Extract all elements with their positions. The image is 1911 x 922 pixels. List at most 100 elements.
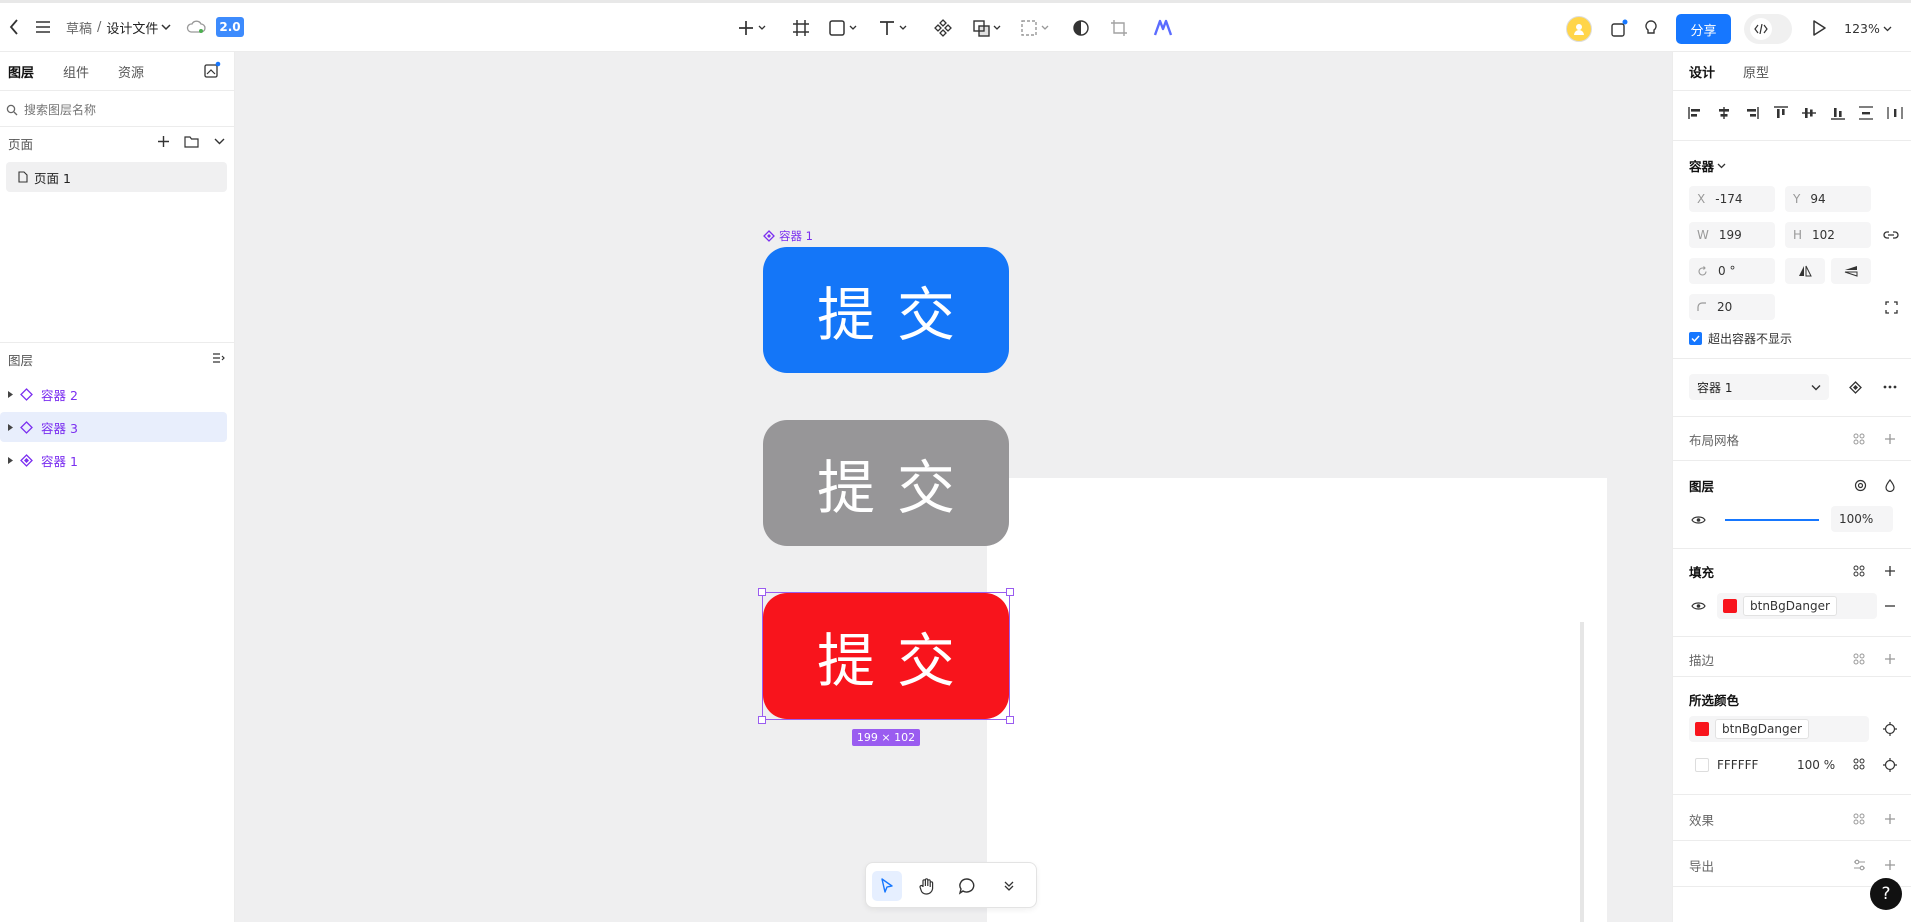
plugin-icon[interactable] xyxy=(1608,17,1630,39)
caret-right-icon[interactable] xyxy=(6,423,14,431)
chevron-down-icon[interactable] xyxy=(161,23,171,31)
resize-handle-bottom-right[interactable] xyxy=(1006,716,1014,724)
distribute-horizontal-icon[interactable] xyxy=(1887,106,1903,120)
align-center-v-icon[interactable] xyxy=(1801,106,1817,120)
visibility-eye-icon[interactable] xyxy=(1689,512,1707,528)
zoom-dropdown[interactable]: 123% xyxy=(1840,17,1896,39)
submit-button-primary[interactable]: 提交 xyxy=(763,247,1009,373)
tab-design[interactable]: 设计 xyxy=(1689,62,1715,81)
go-to-main-component-icon[interactable] xyxy=(1845,378,1865,396)
color-token[interactable]: btnBgDanger xyxy=(1715,719,1809,739)
visibility-eye-icon[interactable] xyxy=(1689,598,1707,614)
tab-layers[interactable]: 图层 xyxy=(8,62,34,81)
component-select[interactable]: 容器 1 xyxy=(1689,374,1829,400)
align-right-icon[interactable] xyxy=(1744,106,1760,120)
selected-color-row[interactable]: FFFFFF 100 % xyxy=(1689,752,1859,778)
play-icon[interactable] xyxy=(1808,17,1830,39)
align-top-icon[interactable] xyxy=(1773,106,1789,120)
submit-button-danger[interactable]: 提交 xyxy=(763,593,1009,719)
chevron-down-icon[interactable] xyxy=(210,132,228,150)
layer-options-icon[interactable] xyxy=(210,349,228,367)
align-bottom-icon[interactable] xyxy=(1830,106,1846,120)
remove-fill-icon[interactable] xyxy=(1881,597,1899,615)
mask-tool[interactable] xyxy=(1018,17,1054,39)
layer-row-container-3[interactable]: 容器 3 xyxy=(0,412,227,442)
back-icon[interactable] xyxy=(4,15,24,39)
align-left-icon[interactable] xyxy=(1687,106,1703,120)
help-button[interactable]: ? xyxy=(1870,878,1902,910)
resize-handle-bottom-left[interactable] xyxy=(758,716,766,724)
tab-assets[interactable]: 资源 xyxy=(118,62,144,81)
width-field[interactable]: W 199 xyxy=(1689,222,1775,248)
export-settings-icon[interactable] xyxy=(1851,857,1867,873)
add-tool[interactable] xyxy=(734,17,770,39)
clip-content-checkbox[interactable]: 超出容器不显示 xyxy=(1689,330,1792,347)
fill-token[interactable]: btnBgDanger xyxy=(1743,596,1837,616)
resize-handle-top-left[interactable] xyxy=(758,588,766,596)
color-hex[interactable]: FFFFFF xyxy=(1717,758,1797,772)
align-center-h-icon[interactable] xyxy=(1716,106,1732,120)
search-input[interactable] xyxy=(24,103,214,117)
boolean-tool[interactable] xyxy=(970,17,1006,39)
lightbulb-icon[interactable] xyxy=(1640,17,1662,39)
rotation-field[interactable]: 0 ° xyxy=(1689,258,1775,284)
version-badge[interactable]: 2.0 xyxy=(216,17,244,37)
hand-icon[interactable] xyxy=(912,871,942,901)
color-swatch[interactable] xyxy=(1695,722,1709,736)
target-icon[interactable] xyxy=(1881,720,1899,738)
page-item[interactable]: 页面 1 xyxy=(6,162,227,192)
comment-icon[interactable] xyxy=(952,871,982,901)
avatar[interactable] xyxy=(1566,16,1592,42)
dev-mode-toggle[interactable] xyxy=(1744,14,1792,44)
add-fill-icon[interactable] xyxy=(1881,562,1899,580)
drop-icon[interactable] xyxy=(1881,476,1899,494)
opacity-field[interactable]: 100% xyxy=(1831,506,1893,532)
flip-vertical-button[interactable] xyxy=(1831,258,1871,284)
text-tool[interactable] xyxy=(876,17,912,39)
target-icon[interactable] xyxy=(1881,756,1899,774)
color-opacity[interactable]: 100 % xyxy=(1797,758,1835,772)
add-stroke-icon[interactable] xyxy=(1881,650,1899,668)
selected-color-row[interactable]: btnBgDanger xyxy=(1689,716,1869,742)
style-icon[interactable] xyxy=(1851,431,1867,447)
fill-color-swatch[interactable] xyxy=(1723,599,1737,613)
corner-radius-field[interactable]: 20 xyxy=(1689,294,1775,320)
style-icon[interactable] xyxy=(1851,811,1867,827)
breadcrumb-root[interactable]: 草稿 xyxy=(66,18,92,37)
menu-icon[interactable] xyxy=(32,15,54,39)
edit-image-icon[interactable] xyxy=(202,60,222,80)
blend-mode-icon[interactable] xyxy=(1851,476,1869,494)
constrain-proportions-icon[interactable] xyxy=(1881,226,1901,244)
add-export-icon[interactable] xyxy=(1881,856,1899,874)
layer-row-container-1[interactable]: 容器 1 xyxy=(0,445,235,475)
container-section-title[interactable]: 容器 xyxy=(1689,156,1726,175)
share-button[interactable]: 分享 xyxy=(1676,14,1731,44)
pointer-icon[interactable] xyxy=(872,871,902,901)
x-field[interactable]: X -174 xyxy=(1689,186,1775,212)
folder-icon[interactable] xyxy=(182,132,200,150)
tab-prototype[interactable]: 原型 xyxy=(1743,62,1769,81)
independent-corners-icon[interactable] xyxy=(1881,298,1901,316)
contrast-icon[interactable] xyxy=(1070,17,1092,39)
search-box[interactable] xyxy=(6,98,228,122)
y-field[interactable]: Y 94 xyxy=(1785,186,1871,212)
crop-icon[interactable] xyxy=(1108,17,1130,39)
file-name[interactable]: 设计文件 xyxy=(106,18,158,37)
style-icon[interactable] xyxy=(1851,651,1867,667)
opacity-slider[interactable] xyxy=(1725,519,1819,521)
ai-logo-icon[interactable] xyxy=(1152,17,1174,39)
component-tool-icon[interactable] xyxy=(932,17,954,39)
flip-horizontal-button[interactable] xyxy=(1785,258,1825,284)
add-effect-icon[interactable] xyxy=(1881,810,1899,828)
color-swatch[interactable] xyxy=(1695,758,1709,772)
frame-tool-icon[interactable] xyxy=(790,17,812,39)
caret-right-icon[interactable] xyxy=(6,390,14,398)
shape-tool[interactable] xyxy=(826,17,862,39)
resize-handle-top-right[interactable] xyxy=(1006,588,1014,596)
height-field[interactable]: H 102 xyxy=(1785,222,1871,248)
design-canvas[interactable]: 容器 1 提交 提交 提交 199 × 102 xyxy=(235,52,1672,922)
caret-right-icon[interactable] xyxy=(6,456,14,464)
more-options-icon[interactable] xyxy=(1879,378,1901,396)
cloud-sync-icon[interactable] xyxy=(185,17,207,37)
frame-label[interactable]: 容器 1 xyxy=(763,228,813,244)
